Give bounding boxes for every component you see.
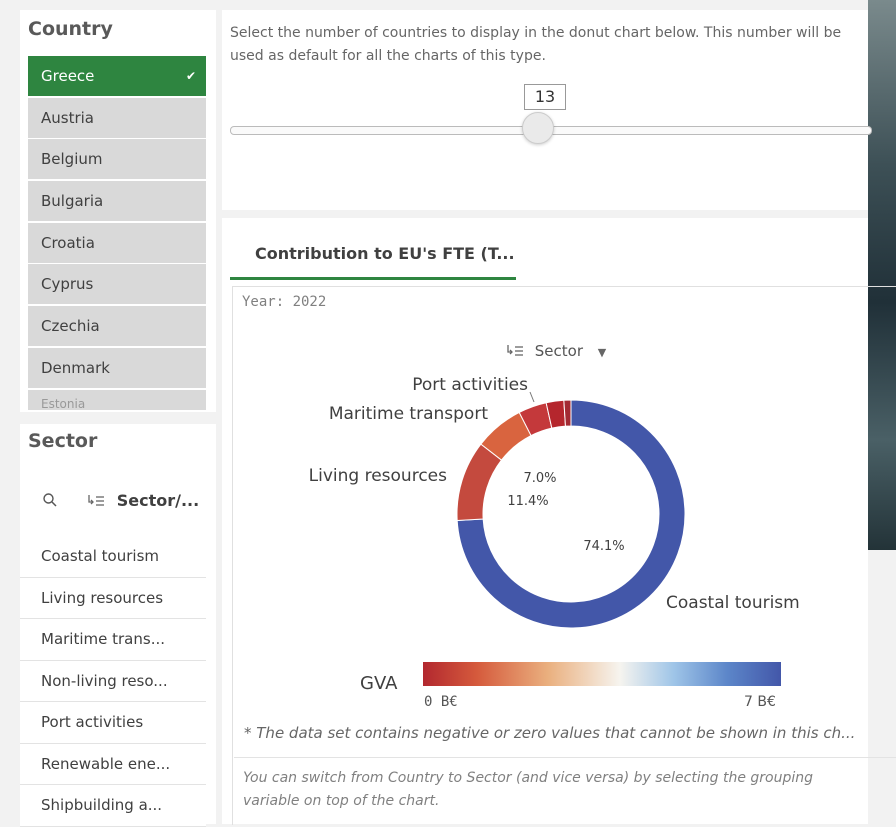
sector-item-port-activities[interactable]: Port activities [20,702,206,744]
sector-item-non-living-resources[interactable]: Non-living reso... [20,660,206,702]
legend-gradient-bar [423,662,781,686]
sector-header-label[interactable]: Sector/... [117,491,199,510]
sector-item-maritime-transport[interactable]: Maritime trans... [20,619,206,661]
divider [234,757,896,758]
list-item-label: Czechia [41,317,100,336]
list-item-label: Denmark [41,358,110,377]
sector-list-header: Sector/... [42,491,212,510]
country-item-belgium[interactable]: Belgium [28,139,206,180]
sector-list: Coastal tourism Living resources Maritim… [20,536,206,827]
chevron-down-icon: ▼ [597,346,607,359]
list-item-label: Austria [41,108,94,127]
sector-item-living-resources[interactable]: Living resources [20,577,206,619]
country-item-cyprus[interactable]: Cyprus [28,264,206,305]
country-filter-title: Country [28,18,113,40]
chart-area [232,286,896,825]
country-item-estonia[interactable]: Estonia [28,389,206,410]
country-list: Greece ✔ Austria Belgium Bulgaria Croati… [28,56,206,410]
list-item-label: Cyprus [41,275,94,294]
list-item-label: Belgium [41,150,103,169]
sector-item-shipbuilding[interactable]: Shipbuilding a... [20,785,206,827]
check-icon: ✔ [185,69,196,83]
sector-item-coastal-tourism[interactable]: Coastal tourism [20,536,206,578]
tab-contribution-fte[interactable]: Contribution to EU's FTE (T... [230,218,516,280]
list-item-label: Greece [41,67,95,85]
sector-filter-title: Sector [28,430,98,452]
country-item-bulgaria[interactable]: Bulgaria [28,181,206,222]
legend-max: 7 B€ [744,694,776,710]
slider-value-input[interactable]: 13 [524,84,566,110]
legend-min: 0 B€ [424,694,458,710]
legend-label: GVA [360,673,398,694]
list-item-label: Bulgaria [41,192,104,211]
grouping-info-note: You can switch from Country to Sector (a… [243,770,814,809]
country-item-greece[interactable]: Greece ✔ [28,56,206,96]
country-item-denmark[interactable]: Denmark [28,347,206,388]
country-count-slider-panel: Select the number of countries to displa… [222,10,872,210]
negative-values-note: * The data set contains negative or zero… [244,724,856,742]
country-filter-panel: Country Greece ✔ Austria Belgium Bulgari… [20,10,216,412]
slider-thumb[interactable] [522,112,554,144]
sector-item-renewable-energy[interactable]: Renewable ene... [20,743,206,785]
drilldown-icon [507,345,523,356]
slider-description: Select the number of countries to displa… [230,25,842,64]
country-item-austria[interactable]: Austria [28,97,206,138]
dimension-selector-label: Sector [534,342,584,360]
search-icon[interactable] [42,492,58,508]
country-item-czechia[interactable]: Czechia [28,306,206,347]
country-item-croatia[interactable]: Croatia [28,222,206,263]
chart-year: Year: 2022 [242,294,327,310]
dimension-selector[interactable]: Sector ▼ [506,342,606,360]
list-item-label: Croatia [41,233,95,252]
list-item-label: Estonia [41,396,86,410]
drilldown-icon [88,495,105,506]
